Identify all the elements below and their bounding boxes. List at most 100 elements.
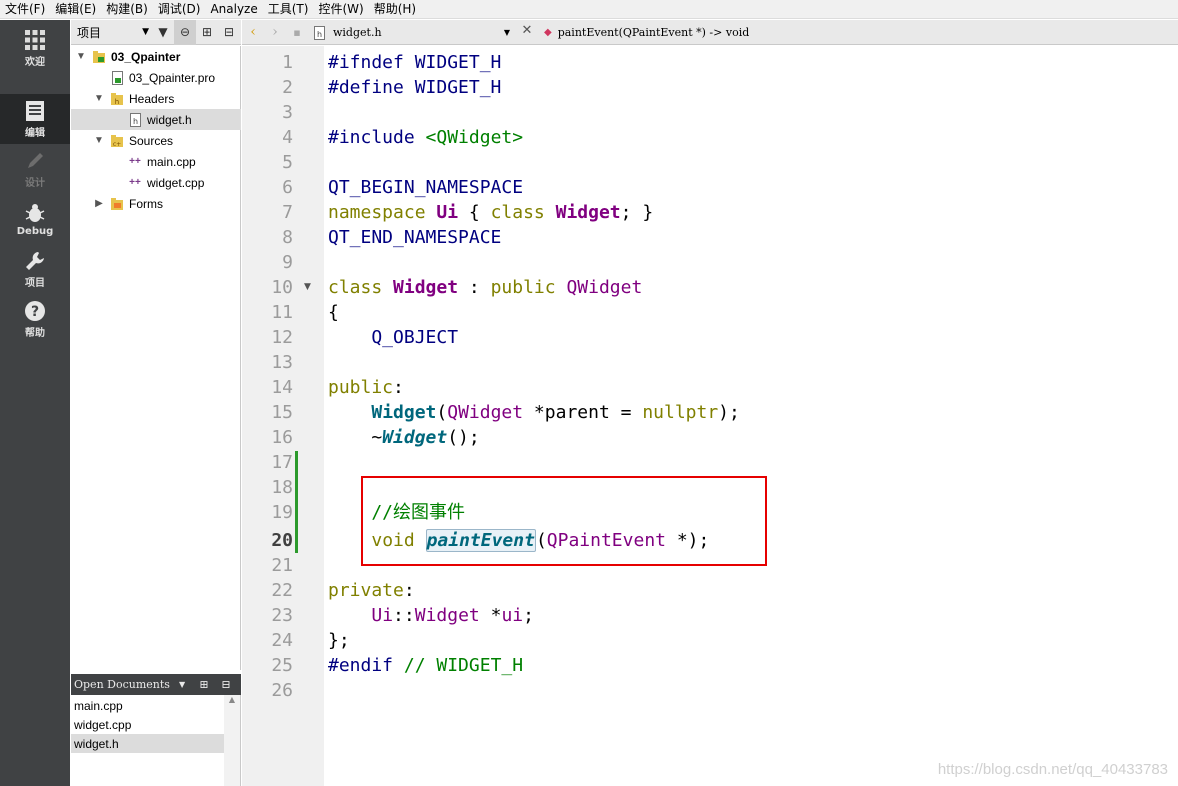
code-line: private: <box>328 578 415 603</box>
line-number: 21 <box>271 555 293 576</box>
code-token: namespace <box>328 202 437 223</box>
expand-arrow-icon[interactable]: ▼ <box>93 135 105 146</box>
menu-file[interactable]: 文件(F) <box>0 0 50 18</box>
menu-build[interactable]: 构建(B) <box>101 0 153 18</box>
code-token: #define WIDGET_H <box>328 77 502 98</box>
line-number: 13 <box>271 352 293 373</box>
back-button[interactable]: ‹ <box>242 24 264 40</box>
code-token: Widget <box>371 402 437 423</box>
code-line: QT_BEGIN_NAMESPACE <box>328 175 523 200</box>
mode-help-label: 帮助 <box>25 327 45 339</box>
current-symbol-label: paintEvent(QPaintEvent *) -> void <box>557 26 750 39</box>
code-token: public <box>490 277 567 298</box>
svg-text:c+: c+ <box>113 141 121 147</box>
code-line: Ui::Widget *ui; <box>328 603 534 628</box>
mode-help[interactable]: ? 帮助 <box>0 294 70 344</box>
open-document-label: widget.cpp <box>74 717 132 732</box>
code-line: #endif // WIDGET_H <box>328 653 523 678</box>
open-document-item[interactable]: widget.cpp <box>71 715 224 734</box>
chevron-down-icon[interactable]: ▼ <box>179 680 193 689</box>
open-document-item[interactable]: widget.h <box>71 734 224 753</box>
expand-arrow-icon[interactable]: ▶ <box>93 198 105 209</box>
code-token: Widget <box>382 427 448 448</box>
split-icon[interactable]: ⊞ <box>193 678 215 691</box>
close-icon[interactable]: ✕ <box>518 23 536 38</box>
mode-welcome[interactable]: 欢迎 <box>0 23 70 73</box>
code-line: { <box>328 300 339 325</box>
mode-design-label: 设计 <box>25 177 45 189</box>
tree-item-main-cpp[interactable]: ++ main.cpp <box>71 151 241 172</box>
svg-text:h: h <box>132 117 137 126</box>
code-editor[interactable]: #ifndef WIDGET_H #define WIDGET_H #inclu… <box>324 46 1178 786</box>
mode-edit[interactable]: 编辑 <box>0 94 70 144</box>
close-panel-icon[interactable]: ⊟ <box>215 678 237 691</box>
view-selector[interactable]: 项目 ▼ <box>74 23 152 42</box>
svg-text:?: ? <box>31 304 39 320</box>
scrollbar[interactable]: ▲ <box>224 695 240 786</box>
file-selector[interactable]: h widget.h ▼ <box>314 23 514 42</box>
line-number: 7 <box>282 202 293 223</box>
menu-help[interactable]: 帮助(H) <box>369 0 421 18</box>
expand-arrow-icon[interactable]: ▼ <box>75 51 87 62</box>
code-line: QT_END_NAMESPACE <box>328 225 501 250</box>
line-number: 25 <box>271 655 293 676</box>
line-number: 14 <box>271 377 293 398</box>
forward-button[interactable]: › <box>264 24 286 40</box>
mode-design[interactable]: 设计 <box>0 144 70 194</box>
expand-arrow-icon[interactable]: ▼ <box>93 93 105 104</box>
line-number: 9 <box>282 252 293 273</box>
code-token: QWidget <box>447 402 524 423</box>
line-number: 17 <box>271 452 293 473</box>
code-line: Q_OBJECT <box>328 325 458 350</box>
link-editor-button[interactable]: ⊖ <box>174 19 196 45</box>
filter-icon: ▼ <box>158 25 168 39</box>
chevron-down-icon: ▼ <box>503 28 510 37</box>
chevron-down-icon: ▼ <box>142 27 149 37</box>
menu-edit[interactable]: 编辑(E) <box>50 0 101 18</box>
header-file-icon: h <box>314 25 325 40</box>
help-icon: ? <box>25 300 45 321</box>
menu-debug[interactable]: 调试(D) <box>153 0 206 18</box>
tree-item-label: widget.cpp <box>147 175 205 190</box>
filter-button[interactable]: ▼ <box>152 20 174 45</box>
line-number: 3 <box>282 102 293 123</box>
tree-item-forms[interactable]: ▶ Forms <box>71 193 241 214</box>
code-token: class <box>328 277 394 298</box>
code-token: #ifndef WIDGET_H <box>328 52 502 73</box>
line-number: 4 <box>282 127 293 148</box>
tree-item-project[interactable]: ▼ 03_Qpainter <box>71 46 241 67</box>
code-token: Widget <box>393 277 459 298</box>
mode-projects[interactable]: 项目 <box>0 244 70 294</box>
menu-tools[interactable]: 工具(T) <box>263 0 314 18</box>
tree-item-label: 03_Qpainter.pro <box>129 70 216 85</box>
tree-item-label: Forms <box>129 196 163 211</box>
menu-widgets[interactable]: 控件(W) <box>313 0 368 18</box>
code-token: private <box>328 580 404 601</box>
tree-item-headers[interactable]: ▼ h Headers <box>71 88 241 109</box>
line-number: 1 <box>282 52 293 73</box>
menu-analyze[interactable]: Analyze <box>205 0 262 18</box>
symbol-selector[interactable]: ◆ paintEvent(QPaintEvent *) -> void <box>544 23 749 42</box>
scroll-up-icon[interactable]: ▲ <box>224 695 240 704</box>
code-line: class Widget : public QWidget <box>328 275 642 300</box>
editor-toolbar: ‹ › ▪ h widget.h ▼ ✕ ◆ paintEvent(QPaint… <box>242 20 1178 45</box>
close-panel-button[interactable]: ⊟ <box>218 20 240 45</box>
fold-marker-icon[interactable]: ▼ <box>304 282 311 292</box>
tree-item-widget-cpp[interactable]: ++ widget.cpp <box>71 172 241 193</box>
tree-item-widget-h[interactable]: h widget.h <box>71 109 241 130</box>
pencil-icon <box>28 152 43 168</box>
mode-debug[interactable]: Debug <box>0 194 70 244</box>
code-token: : <box>458 277 491 298</box>
open-document-item[interactable]: main.cpp <box>71 696 224 715</box>
code-token: QT_BEGIN_NAMESPACE <box>328 177 524 198</box>
tree-item-pro-file[interactable]: 03_Qpainter.pro <box>71 67 241 88</box>
tree-item-sources[interactable]: ▼ c+ Sources <box>71 130 241 151</box>
split-button[interactable]: ⊞ <box>196 20 218 45</box>
code-line: #include <QWidget> <box>328 125 523 150</box>
open-document-label: main.cpp <box>74 698 123 713</box>
code-token: ); <box>718 402 740 423</box>
mode-projects-label: 项目 <box>25 277 45 289</box>
code-token: nullptr <box>642 402 719 423</box>
split-icon: ⊞ <box>201 25 213 39</box>
line-number: 16 <box>271 427 293 448</box>
